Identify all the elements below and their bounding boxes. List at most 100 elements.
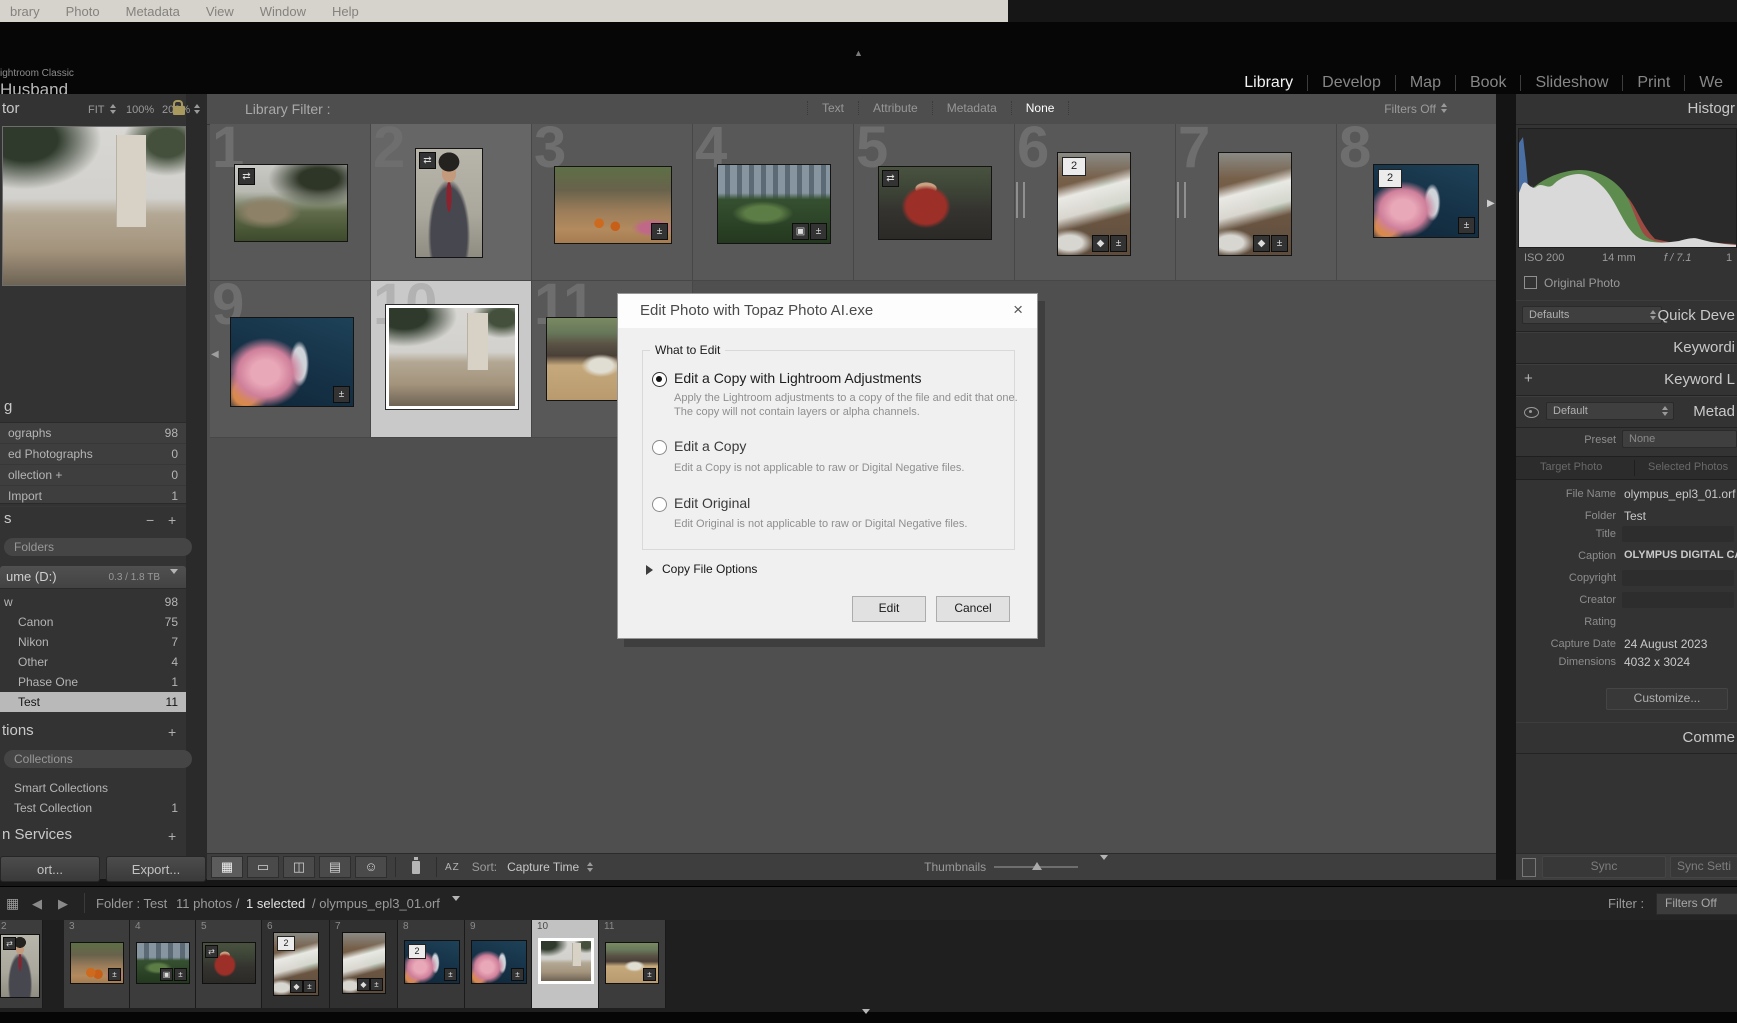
menu-library[interactable]: brary bbox=[10, 4, 40, 19]
module-slideshow[interactable]: Slideshow bbox=[1521, 74, 1622, 92]
photo-thumbnail-pumpkin-street[interactable]: ± bbox=[554, 166, 672, 244]
filmstrip-thumb-3[interactable]: 3 ± bbox=[64, 920, 130, 1008]
go-back-icon[interactable]: ◀ bbox=[32, 896, 42, 912]
adjustment-badge-icon[interactable]: ± bbox=[651, 223, 668, 240]
adjustment-badge-icon[interactable]: ± bbox=[1271, 235, 1288, 252]
survey-view-button[interactable]: ▤ bbox=[319, 856, 351, 878]
photo-thumbnail-cottage[interactable]: ⇄ bbox=[234, 164, 348, 242]
publish-add-icon[interactable]: + bbox=[168, 828, 176, 844]
filmstrip-thumb-6[interactable]: 6 2 ◆ ± bbox=[262, 920, 330, 1008]
menu-view[interactable]: View bbox=[206, 4, 234, 19]
grid-scroll-right-icon[interactable]: ▶ bbox=[1487, 198, 1495, 209]
photo-thumbnail-plants-city[interactable]: ▣ ± bbox=[717, 164, 831, 244]
folder-other[interactable]: Other4 bbox=[0, 652, 186, 672]
catalog-quick-collection[interactable]: ollection +0 bbox=[0, 465, 186, 486]
comments-panel-header[interactable]: Comme bbox=[1516, 722, 1737, 754]
sort-stepper-icon[interactable] bbox=[587, 862, 594, 872]
compare-view-button[interactable]: ◫ bbox=[283, 856, 315, 878]
autosync-toggle-icon[interactable] bbox=[1522, 858, 1536, 877]
menu-metadata[interactable]: Metadata bbox=[126, 4, 180, 19]
people-view-button[interactable]: ☺ bbox=[355, 856, 387, 878]
filter-metadata[interactable]: Metadata bbox=[933, 101, 1012, 115]
caption-value[interactable]: OLYMPUS DIGITAL CAMERA bbox=[1624, 549, 1737, 561]
radio-label-edit-copy-with-adjustments[interactable]: Edit a Copy with Lightroom Adjustments bbox=[674, 370, 921, 386]
publish-services-panel-title[interactable]: n Services bbox=[2, 826, 72, 843]
histogram-panel-header[interactable]: Histogr bbox=[1516, 94, 1737, 125]
crop-badge-icon[interactable]: ⇄ bbox=[238, 168, 255, 185]
copy-badge-icon[interactable]: ▣ bbox=[792, 223, 809, 240]
top-panel-collapse-icon[interactable]: ▲ bbox=[854, 48, 863, 58]
sync-settings-button[interactable]: Sync Setti bbox=[1670, 856, 1737, 878]
filmstrip-thumb-5[interactable]: 5 ⇄ bbox=[196, 920, 262, 1008]
grid-cell-7[interactable]: 7 ◆ ± bbox=[1176, 124, 1337, 281]
filmstrip-thumb-10-selected[interactable]: 10 bbox=[532, 920, 599, 1008]
photo-thumbnail-church-selected[interactable] bbox=[386, 305, 518, 409]
keyword-badge-icon[interactable]: ◆ bbox=[1253, 235, 1270, 252]
radio-label-edit-a-copy[interactable]: Edit a Copy bbox=[674, 438, 746, 454]
navigator-zoom-100[interactable]: 100% bbox=[126, 104, 154, 116]
stack-collapse-icon[interactable]: ◀ bbox=[211, 349, 219, 360]
radio-edit-copy-with-adjustments[interactable] bbox=[652, 372, 667, 387]
filmstrip-folder-label[interactable]: Folder : Test bbox=[96, 896, 167, 911]
collections-panel-title[interactable]: tions bbox=[2, 722, 34, 739]
photo-thumbnail-red-plaid-man[interactable]: ⇄ bbox=[878, 166, 992, 240]
keyword-list-panel-header[interactable]: + Keyword L bbox=[1516, 364, 1737, 396]
filter-text[interactable]: Text bbox=[807, 101, 859, 115]
keyword-badge-icon[interactable]: ◆ bbox=[1092, 235, 1109, 252]
filmstrip-thumb-11[interactable]: 11 ± bbox=[599, 920, 666, 1008]
dialog-title-bar[interactable]: Edit Photo with Topaz Photo AI.exe × bbox=[618, 294, 1037, 328]
filters-off-dropdown[interactable]: Filters Off bbox=[1384, 102, 1436, 116]
quick-develop-panel-header[interactable]: Defaults Quick Deve bbox=[1516, 300, 1737, 332]
filter-attribute[interactable]: Attribute bbox=[859, 101, 933, 115]
filmstrip-thumb-9[interactable]: 9 ± bbox=[465, 920, 532, 1008]
original-photo-checkbox[interactable] bbox=[1524, 276, 1537, 289]
crop-badge-icon[interactable]: ⇄ bbox=[882, 170, 899, 187]
module-map[interactable]: Map bbox=[1396, 74, 1455, 92]
module-web[interactable]: We bbox=[1685, 74, 1737, 92]
collection-smart[interactable]: Smart Collections bbox=[0, 778, 186, 798]
customize-button[interactable]: Customize... bbox=[1606, 688, 1728, 710]
grid-cell-10-selected[interactable]: 10 bbox=[371, 281, 532, 438]
stack-count-badge[interactable]: 2 bbox=[1062, 157, 1086, 176]
keywording-panel-header[interactable]: Keywordi bbox=[1516, 332, 1737, 364]
volume-caret-icon[interactable] bbox=[170, 574, 178, 592]
module-book[interactable]: Book bbox=[1456, 74, 1520, 92]
eye-icon[interactable] bbox=[1524, 407, 1539, 418]
dropdown-stepper-icon[interactable] bbox=[1662, 406, 1669, 416]
main-window-grid-icon[interactable]: ▦ bbox=[6, 895, 19, 912]
toolbar-more-icon[interactable] bbox=[1100, 860, 1108, 874]
sort-direction-icon[interactable]: AZ bbox=[445, 862, 460, 873]
copy-file-options-expander-icon[interactable] bbox=[646, 565, 653, 575]
grid-cell-5[interactable]: 5 ⇄ bbox=[854, 124, 1015, 281]
copy-file-options-label[interactable]: Copy File Options bbox=[662, 562, 757, 576]
go-forward-icon[interactable]: ▶ bbox=[58, 896, 68, 912]
navigator-zoom-stepper-icon[interactable] bbox=[194, 104, 201, 114]
radio-edit-a-copy[interactable] bbox=[652, 440, 667, 455]
folder-nikon[interactable]: Nikon7 bbox=[0, 632, 186, 652]
adjustment-badge-icon[interactable]: ± bbox=[1458, 217, 1475, 234]
crop-badge-icon[interactable]: ⇄ bbox=[419, 152, 436, 169]
volume-bar[interactable]: ume (D:) 0.3 / 1.8 TB bbox=[0, 566, 186, 589]
grid-cell-8[interactable]: 8 2 ± bbox=[1337, 124, 1497, 281]
loupe-view-button[interactable]: ▭ bbox=[247, 856, 279, 878]
filmstrip-filter-dropdown[interactable]: Filters Off bbox=[1656, 893, 1737, 915]
radio-edit-original[interactable] bbox=[652, 497, 667, 512]
painter-tool-icon[interactable] bbox=[412, 861, 420, 874]
filters-off-stepper-icon[interactable] bbox=[1441, 103, 1448, 113]
copyright-field[interactable] bbox=[1622, 570, 1734, 586]
edit-button[interactable]: Edit bbox=[852, 596, 926, 622]
grid-cell-3[interactable]: 3 ± bbox=[532, 124, 693, 281]
quick-develop-preset-dropdown[interactable]: Defaults bbox=[1522, 306, 1662, 324]
filmstrip-thumb-7[interactable]: 7 ◆ ± bbox=[330, 920, 398, 1008]
title-field[interactable] bbox=[1622, 526, 1734, 542]
adjustment-badge-icon[interactable]: ± bbox=[1110, 235, 1127, 252]
import-button[interactable]: ort... bbox=[0, 856, 100, 882]
grid-cell-4[interactable]: 4 ▣ ± bbox=[693, 124, 854, 281]
grid-cell-2[interactable]: 2 ⇄ bbox=[371, 124, 532, 281]
close-icon[interactable]: × bbox=[1013, 300, 1023, 320]
stack-indicator[interactable] bbox=[1016, 182, 1025, 218]
cancel-button[interactable]: Cancel bbox=[936, 596, 1010, 622]
navigator-fit-button[interactable]: FIT bbox=[88, 104, 105, 116]
preset-value-dropdown[interactable]: None bbox=[1622, 430, 1737, 448]
folders-search-input[interactable]: Folders bbox=[4, 538, 192, 556]
